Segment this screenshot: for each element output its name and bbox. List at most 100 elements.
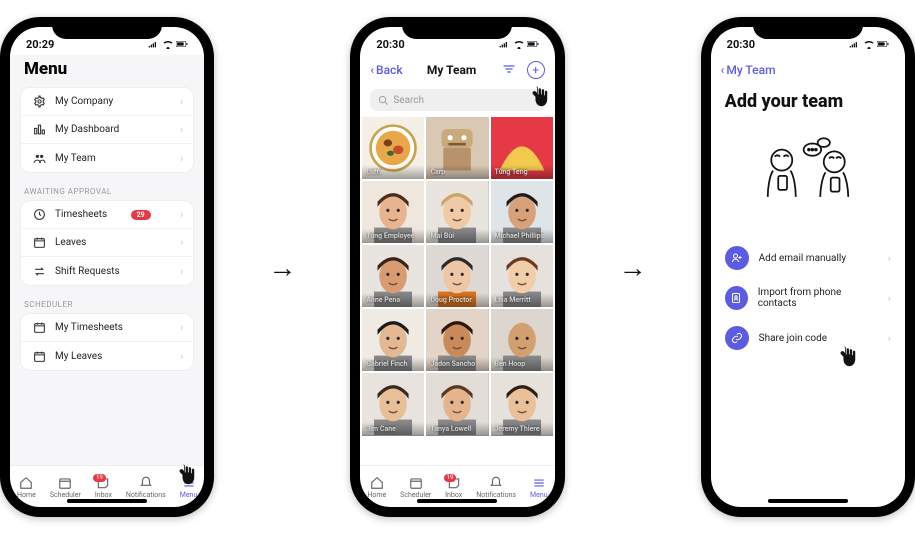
option-label: Import from phone contacts: [758, 287, 878, 309]
team-member-tile[interactable]: Tùng Teng: [491, 117, 553, 179]
menu-item-dashboard[interactable]: My Dashboard ›: [21, 116, 193, 144]
menu-item-label: My Dashboard: [55, 124, 119, 135]
team-member-tile[interactable]: Tanya Lowell: [426, 373, 488, 435]
tab-scheduler[interactable]: Scheduler: [400, 476, 431, 499]
option-import-contacts[interactable]: Import from phone contacts ›: [711, 278, 905, 318]
menu-item-shift-requests[interactable]: Shift Requests ›: [21, 257, 193, 285]
filter-icon[interactable]: [501, 63, 517, 78]
status-time: 20:29: [26, 38, 54, 51]
swap-icon: [31, 265, 47, 278]
chevron-right-icon: ›: [888, 252, 891, 265]
team-icon: [31, 152, 47, 165]
flow-arrow-icon: →: [619, 251, 647, 284]
team-member-tile[interactable]: Luffy: [362, 117, 424, 179]
member-name: Anne Pena: [366, 296, 400, 304]
member-name: Lisa Merritt: [495, 296, 531, 304]
menu-group-general: My Company › My Dashboard › My Team ›: [20, 87, 194, 173]
chevron-right-icon: ›: [180, 123, 183, 136]
nav-bar: ‹ Back My Team +: [360, 55, 554, 85]
search-icon: [378, 95, 389, 106]
nav-title: My Team: [427, 63, 476, 77]
team-member-tile[interactable]: Jeremy Thiere: [491, 373, 553, 435]
page-title: Add your team: [711, 85, 905, 120]
menu-item-label: My Team: [55, 153, 96, 164]
section-header-awaiting: AWAITING APPROVAL: [10, 183, 204, 200]
section-header-scheduler: SCHEDULER: [10, 296, 204, 313]
team-member-tile[interactable]: Ben Hoop: [491, 309, 553, 371]
option-label: Share join code: [759, 333, 827, 344]
contacts-icon: [725, 286, 748, 310]
tab-home[interactable]: Home: [17, 476, 36, 499]
member-name: Tanya Lowell: [430, 425, 471, 433]
chevron-right-icon: ›: [888, 292, 891, 305]
status-icons: [849, 39, 889, 49]
inbox-badge: 19: [444, 474, 457, 482]
tab-notifications[interactable]: Notifications: [126, 476, 166, 499]
phone-menu: 20:29 Menu My Company ›: [0, 17, 214, 517]
inbox-badge: 19: [93, 474, 106, 482]
team-member-tile[interactable]: Gabriel Finch: [362, 309, 424, 371]
member-name: Jim Cane: [366, 425, 396, 433]
tab-inbox[interactable]: 19Inbox: [95, 476, 112, 499]
tab-home[interactable]: Home: [367, 476, 386, 499]
back-button[interactable]: ‹ My Team: [721, 63, 776, 77]
member-name: Carp: [430, 168, 445, 176]
calendar-icon: [31, 236, 47, 249]
menu-item-label: My Timesheets: [55, 322, 123, 333]
team-member-tile[interactable]: Michael Phillips: [491, 181, 553, 243]
status-icons: [499, 39, 539, 49]
option-add-email[interactable]: Add email manually ›: [711, 238, 905, 278]
status-time: 20:30: [727, 38, 755, 51]
flow-arrow-icon: →: [268, 251, 296, 284]
member-name: Tung Employee: [366, 232, 414, 240]
member-name: Mai Bùi: [430, 232, 454, 240]
team-grid: Luffy Carp Tùng Teng Tung Employee Mai Bùi Mi…: [360, 117, 554, 436]
team-member-tile[interactable]: Anne Pena: [362, 245, 424, 307]
page-title: Menu: [10, 55, 204, 87]
search-placeholder: Search: [393, 95, 424, 106]
tab-notifications[interactable]: Notifications: [476, 476, 516, 499]
badge-count: 29: [131, 210, 151, 220]
tab-menu[interactable]: Menu: [530, 476, 548, 499]
tab-scheduler[interactable]: Scheduler: [50, 476, 81, 499]
team-member-tile[interactable]: Mai Bùi: [426, 181, 488, 243]
team-member-tile[interactable]: Carp: [426, 117, 488, 179]
back-button[interactable]: ‹ Back: [370, 63, 402, 77]
member-name: Doug Proctor: [430, 296, 471, 304]
team-member-tile[interactable]: Doug Proctor: [426, 245, 488, 307]
menu-item-my-leaves[interactable]: My Leaves ›: [21, 342, 193, 370]
menu-item-label: My Leaves: [55, 351, 102, 362]
add-button[interactable]: +: [527, 61, 545, 79]
phone-add-team: 20:30 ‹ My Team Add your team: [701, 17, 915, 517]
menu-item-company[interactable]: My Company ›: [21, 88, 193, 116]
menu-item-label: Leaves: [55, 237, 86, 248]
option-label: Add email manually: [759, 253, 846, 264]
tab-menu[interactable]: Menu: [180, 476, 198, 499]
menu-item-leaves[interactable]: Leaves ›: [21, 229, 193, 257]
menu-group-awaiting: Timesheets 29 › Leaves › Shift Requests …: [20, 200, 194, 286]
chevron-right-icon: ›: [180, 236, 183, 249]
team-member-tile[interactable]: Lisa Merritt: [491, 245, 553, 307]
menu-item-timesheets[interactable]: Timesheets 29 ›: [21, 201, 193, 229]
user-plus-icon: [725, 246, 749, 270]
member-name: Jadon Sancho: [430, 360, 475, 368]
team-member-tile[interactable]: Jadon Sancho: [426, 309, 488, 371]
tab-inbox[interactable]: 19Inbox: [445, 476, 462, 499]
menu-item-team[interactable]: My Team ›: [21, 144, 193, 172]
home-indicator: [417, 499, 497, 503]
illustration: [711, 130, 905, 220]
team-member-tile[interactable]: Tung Employee: [362, 181, 424, 243]
option-share-code[interactable]: Share join code ›: [711, 318, 905, 358]
chevron-right-icon: ›: [180, 265, 183, 278]
search-input[interactable]: Search: [370, 89, 544, 111]
chevron-right-icon: ›: [180, 95, 183, 108]
team-member-tile[interactable]: Jim Cane: [362, 373, 424, 435]
chevron-right-icon: ›: [180, 152, 183, 165]
dashboard-icon: [31, 123, 47, 136]
menu-item-my-timesheets[interactable]: My Timesheets ›: [21, 314, 193, 342]
chevron-right-icon: ›: [180, 350, 183, 363]
chevron-right-icon: ›: [180, 208, 183, 221]
nav-bar: ‹ My Team: [711, 55, 905, 85]
menu-item-label: Timesheets: [55, 209, 107, 220]
member-name: Ben Hoop: [495, 360, 526, 368]
